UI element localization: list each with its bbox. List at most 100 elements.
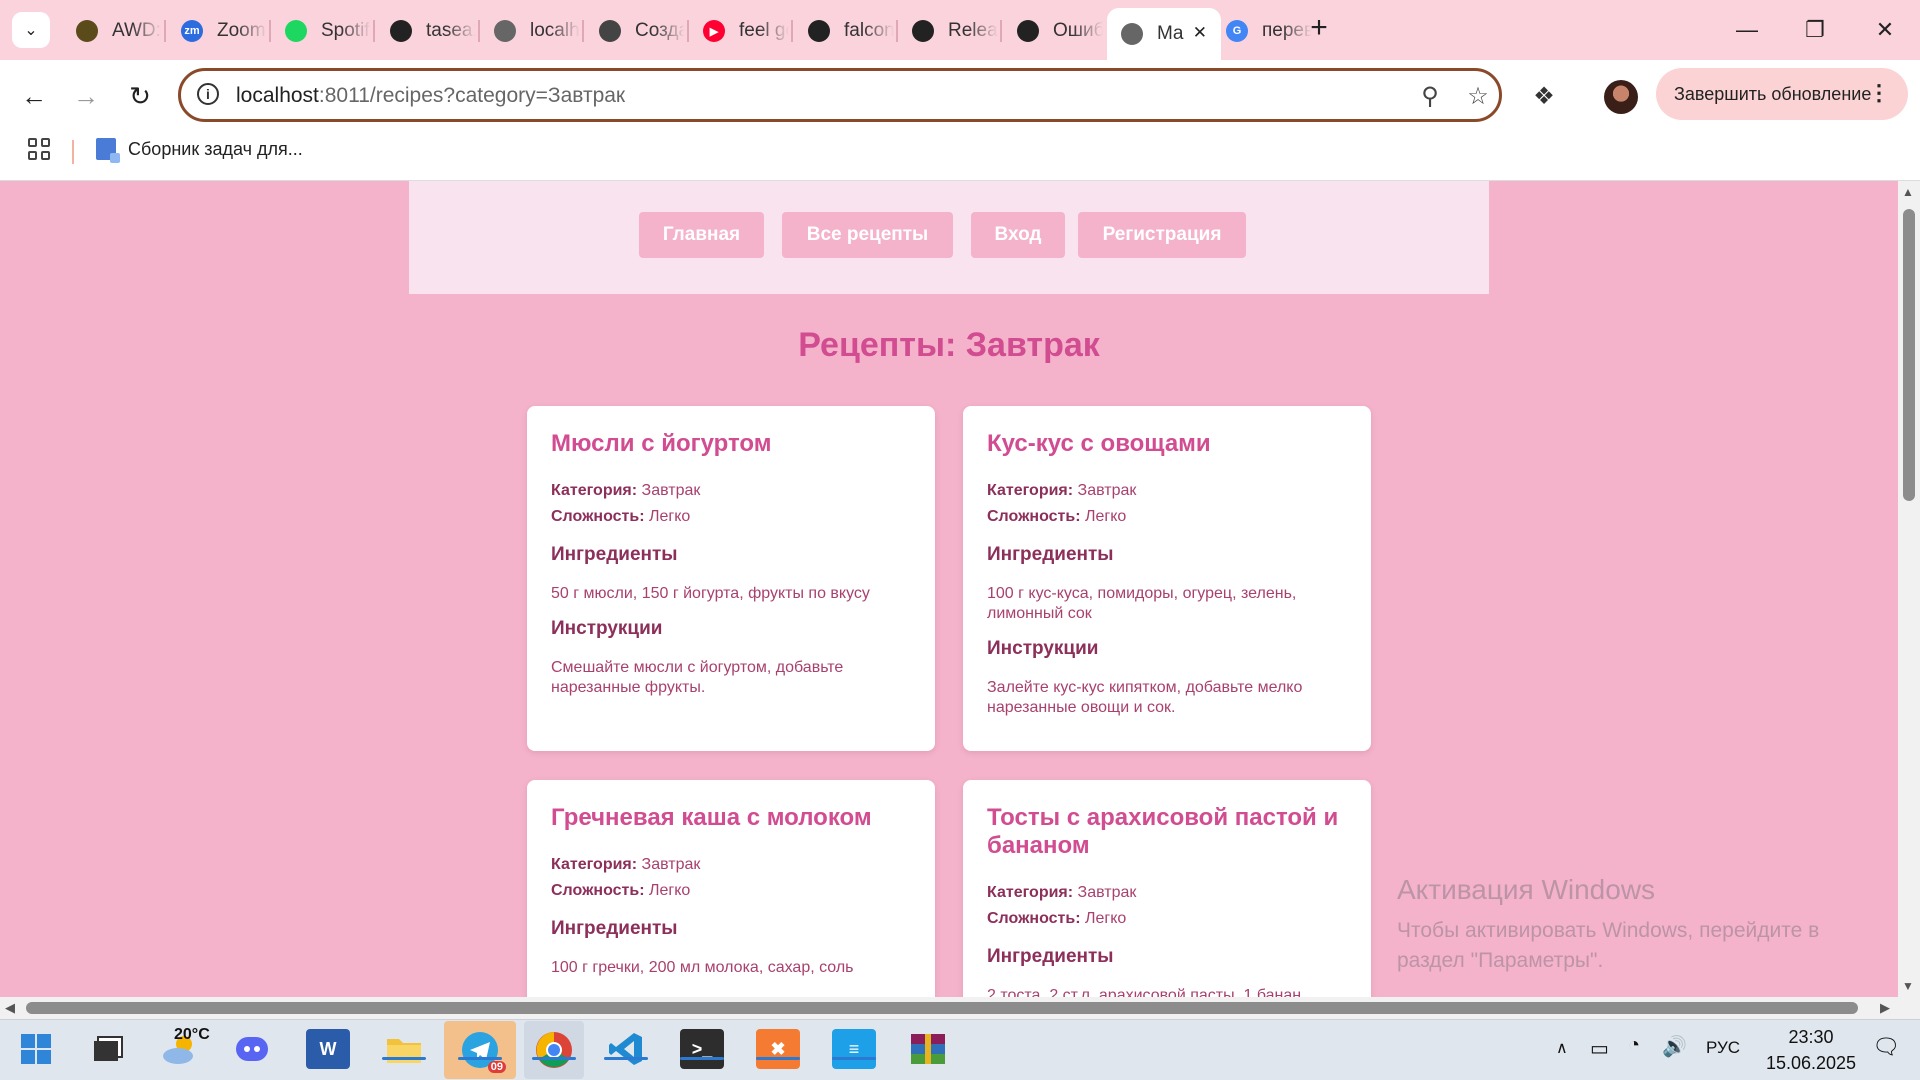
tab-separator	[372, 20, 375, 42]
recipe-category: Категория: Завтрак	[551, 856, 701, 873]
watermark-title: Активация Windows	[1397, 874, 1656, 905]
back-button[interactable]: ←	[14, 76, 54, 116]
github-icon	[808, 20, 830, 42]
recipe-difficulty: Сложность: Легко	[987, 508, 1127, 525]
bookmark-label: Сборник задач для...	[128, 138, 303, 159]
watermark-text: раздел "Параметры".	[1397, 949, 1604, 972]
recipe-card: Тосты с арахисовой пастой и бананом Кате…	[963, 780, 1371, 997]
recipe-title[interactable]: Кус-кус с овощами	[987, 430, 1347, 458]
forward-button[interactable]: →	[66, 76, 106, 116]
chevron-down-icon: ⌄	[24, 22, 38, 39]
active-indicator	[604, 1057, 648, 1060]
recipe-title[interactable]: Тосты с арахисовой пастой и бананом	[987, 804, 1347, 860]
horizontal-scrollbar[interactable]: ◀ ▶	[0, 997, 1898, 1019]
nav-all-recipes[interactable]: Все рецепты	[782, 212, 953, 258]
discord-icon[interactable]	[230, 1029, 274, 1069]
recipe-ingredients: 100 г кус-куса, помидоры, огурец, зелень…	[987, 585, 1297, 622]
word-icon[interactable]: W	[306, 1029, 350, 1069]
horizontal-scroll-thumb[interactable]	[26, 1002, 1858, 1014]
browser-tab[interactable]: AWD: L	[62, 10, 162, 52]
vertical-scrollbar[interactable]: ▲ ▼	[1898, 181, 1920, 997]
menu-icon[interactable]: ⋮	[1868, 80, 1890, 106]
bookmark-star-icon[interactable]: ☆	[1463, 81, 1493, 111]
windows-start-icon[interactable]	[14, 1029, 58, 1069]
scroll-left-icon[interactable]: ◀	[5, 1000, 15, 1016]
recipe-title[interactable]: Мюсли с йогуртом	[551, 430, 911, 458]
tab-separator	[163, 20, 166, 42]
nav-register[interactable]: Регистрация	[1078, 212, 1246, 258]
file-explorer-icon[interactable]	[382, 1029, 426, 1069]
tab-fade	[759, 10, 789, 52]
wifi-icon[interactable]: ◔	[1628, 1034, 1640, 1057]
tab-fade	[655, 10, 685, 52]
notepad-icon[interactable]: ≡	[832, 1029, 876, 1069]
active-indicator	[680, 1057, 724, 1060]
browser-tab[interactable]: falcon-	[794, 10, 894, 52]
task-view-icon[interactable]	[86, 1029, 130, 1069]
browser-tab[interactable]: ▶feel go	[689, 10, 789, 52]
browser-tab[interactable]: Ma ✕	[1107, 8, 1221, 60]
globe-icon	[1121, 23, 1143, 45]
recipe-instructions: Залейте кус-кус кипятком, добавьте мелко…	[987, 679, 1303, 716]
volume-icon[interactable]: 🔊	[1662, 1034, 1687, 1059]
bookmark-item[interactable]: Сборник задач для...	[96, 138, 303, 163]
page-viewport: Главная Все рецепты Вход Регистрация Рец…	[0, 181, 1898, 997]
site-info-icon[interactable]: i	[197, 83, 219, 105]
telegram-icon[interactable]: 09	[444, 1021, 516, 1079]
recipe-ingredients: 50 г мюсли, 150 г йогурта, фрукты по вку…	[551, 585, 870, 602]
tab-search-button[interactable]: ⌄	[12, 12, 50, 48]
page-title: Рецепты: Завтрак	[798, 326, 1100, 364]
scroll-up-icon[interactable]: ▲	[1902, 185, 1914, 199]
browser-tab[interactable]: Ошибк	[1003, 10, 1103, 52]
browser-tab[interactable]: Release	[898, 10, 998, 52]
apps-grid-icon[interactable]	[28, 138, 50, 160]
scroll-right-icon[interactable]: ▶	[1880, 1000, 1890, 1016]
ingredients-heading: Ингредиенты	[987, 544, 1114, 565]
zoom-icon[interactable]: ⚲	[1415, 81, 1445, 111]
system-clock[interactable]: 23:30 15.06.2025	[1756, 1024, 1866, 1076]
extensions-icon[interactable]: ❖	[1524, 76, 1564, 116]
vertical-scroll-thumb[interactable]	[1903, 209, 1915, 501]
vscode-icon[interactable]	[604, 1029, 648, 1069]
tab-fade	[132, 10, 162, 52]
url-text: localhost:8011/recipes?category=Завтрак	[236, 84, 626, 107]
finish-update-button[interactable]: Завершить обновление ⋮	[1656, 68, 1908, 120]
instructions-heading: Инструкции	[551, 618, 663, 639]
browser-tab[interactable]: tasea14	[376, 10, 476, 52]
recipe-difficulty: Сложность: Легко	[987, 910, 1127, 927]
browser-tab[interactable]: localho	[480, 10, 580, 52]
scroll-down-icon[interactable]: ▼	[1902, 979, 1914, 993]
close-window-button[interactable]: ✕	[1862, 10, 1908, 50]
nav-login[interactable]: Вход	[971, 212, 1065, 258]
tray-chevron-up-icon[interactable]: ∧	[1556, 1038, 1568, 1058]
winrar-icon[interactable]	[906, 1029, 950, 1069]
minimize-button[interactable]: —	[1724, 10, 1770, 50]
avatar[interactable]	[1604, 80, 1638, 114]
google-icon: G	[1226, 20, 1248, 42]
recipe-category: Категория: Завтрак	[987, 482, 1137, 499]
xampp-icon[interactable]: ✖	[756, 1029, 800, 1069]
notifications-icon[interactable]: 🗨	[1872, 1034, 1900, 1060]
browser-tab[interactable]: Создан	[585, 10, 685, 52]
windows-activation-watermark: Активация Windows Чтобы активировать Win…	[1397, 874, 1819, 976]
terminal-icon[interactable]: >_	[680, 1029, 724, 1069]
recipe-title[interactable]: Гречневая каша с молоком	[551, 804, 911, 832]
language-indicator[interactable]: РУС	[1706, 1038, 1740, 1058]
active-indicator	[832, 1057, 876, 1060]
restore-button[interactable]: ❐	[1792, 10, 1838, 50]
github-icon	[390, 20, 412, 42]
browser-tab[interactable]: Spotify	[271, 10, 371, 52]
clock-date: 15.06.2025	[1765, 1053, 1857, 1073]
address-bar[interactable]: i localhost:8011/recipes?category=Завтра…	[178, 68, 1502, 122]
browser-tab[interactable]: zmZoom	[167, 10, 267, 52]
reload-button[interactable]: ↻	[120, 76, 160, 116]
tab-separator	[790, 20, 793, 42]
chrome-icon[interactable]	[524, 1021, 584, 1079]
globe-icon	[494, 20, 516, 42]
scrollbar-corner	[1898, 997, 1920, 1019]
tab-separator	[999, 20, 1002, 42]
close-tab-icon[interactable]: ✕	[1193, 23, 1207, 43]
battery-icon[interactable]: ▭	[1590, 1036, 1609, 1061]
new-tab-button[interactable]: +	[1296, 8, 1342, 48]
nav-home[interactable]: Главная	[639, 212, 764, 258]
